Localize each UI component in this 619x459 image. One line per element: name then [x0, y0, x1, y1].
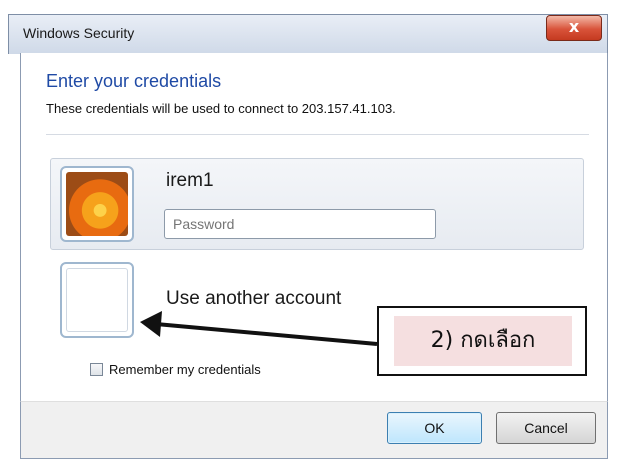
windows-security-dialog: Windows Security x Enter your credential… — [0, 0, 619, 459]
annotation-text: 2) กดเลือก — [394, 316, 572, 366]
arrow-left-icon — [140, 311, 378, 346]
